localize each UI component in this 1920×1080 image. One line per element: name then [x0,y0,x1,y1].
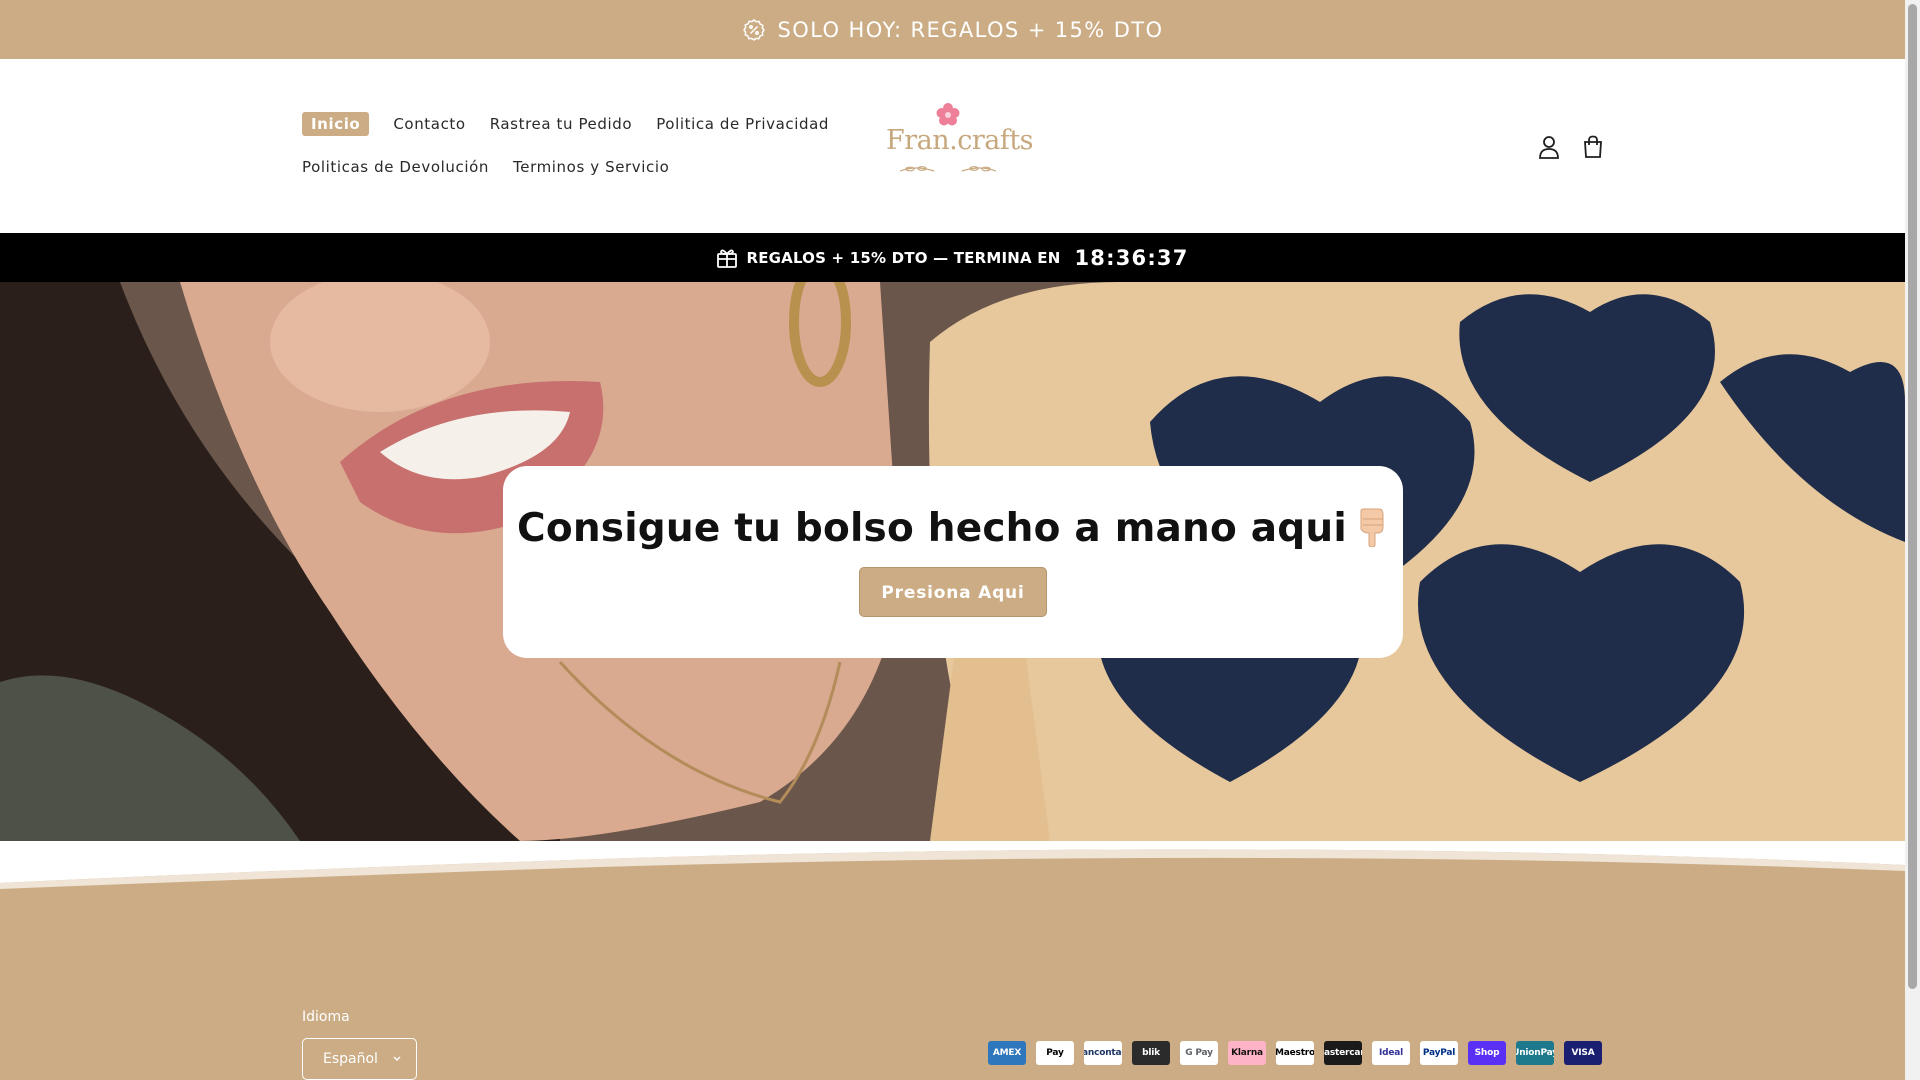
site-header: Inicio Contacto Rastrea tu Pedido Politi… [0,59,1905,233]
payment-icon-klarna: Klarna [1228,1041,1266,1065]
announcement-text: SOLO HOY: REGALOS + 15% DTO [777,17,1164,42]
hero-banner: Consigue tu bolso hecho a mano aqui Pres… [0,282,1905,841]
hero-title: Consigue tu bolso hecho a mano aqui [503,506,1403,551]
payment-icon-amex: AMEX [988,1041,1026,1065]
nav-link-inicio[interactable]: Inicio [302,112,370,136]
payment-icon-blik: blik [1132,1041,1170,1065]
payment-icon-maestro: Maestro [1276,1041,1314,1065]
language-label: Idioma [302,1009,350,1025]
leaves-icon [899,166,997,172]
payment-methods: AMEX Pay Bancontact blik G Pay Klarna Maestro M… [988,1041,1612,1065]
nav-link-privacidad[interactable]: Politica de Privacidad [656,113,829,135]
payment-icon-bancontact: Bancontact [1084,1041,1122,1065]
countdown-timer: 18:36:37 [1074,245,1189,270]
language-select[interactable]: Español [302,1038,417,1080]
payment-icon-visa: VISA [1564,1041,1602,1065]
gift-icon [717,249,738,268]
payment-icon-shop: Shop [1468,1041,1506,1065]
cart-icon[interactable] [1578,132,1608,162]
nav-link-rastrea-pedido[interactable]: Rastrea tu Pedido [490,113,633,135]
footer-wave [0,841,1905,889]
logo-text: Fran.crafts [886,125,1034,156]
hero-title-text: Consigue tu bolso hecho a mano aqui [517,506,1347,551]
nav-link-terminos[interactable]: Terminos y Servicio [513,156,669,178]
countdown-bar: REGALOS + 15% DTO — TERMINA EN 18:36:37 [0,233,1905,282]
payment-icon-ideal: Ideal [1372,1041,1410,1065]
countdown-label: REGALOS + 15% DTO — TERMINA EN [746,248,1061,267]
site-footer: Idioma Español AMEX Pay Bancontact blik G Pa… [0,841,1905,1080]
account-icon[interactable] [1534,132,1564,162]
language-value: Español [323,1051,378,1067]
payment-icon-pay: Pay [1036,1041,1074,1065]
hero-cta-button[interactable]: Presiona Aqui [859,567,1047,617]
main-nav: Inicio Contacto Rastrea tu Pedido Politi… [302,111,862,197]
pointing-down-hand-icon [1360,508,1384,547]
chevron-down-icon [393,1056,401,1061]
discount-badge-icon [742,18,765,41]
payment-icon-g-pay: G Pay [1180,1041,1218,1065]
scrollbar-thumb[interactable] [1908,4,1917,989]
announcement-bar: SOLO HOY: REGALOS + 15% DTO [0,0,1905,59]
payment-icon-paypal: PayPal [1420,1041,1458,1065]
payment-icon-unionpay: UnionPay [1516,1041,1554,1065]
payment-icon-mastercard: Mastercard [1324,1041,1362,1065]
site-logo[interactable]: Fran.crafts [878,101,1034,181]
page-scrollbar[interactable] [1905,0,1920,1080]
hero-card: Consigue tu bolso hecho a mano aqui Pres… [503,466,1403,658]
nav-link-devolucion[interactable]: Politicas de Devolución [302,156,489,178]
nav-link-contacto[interactable]: Contacto [393,113,465,135]
